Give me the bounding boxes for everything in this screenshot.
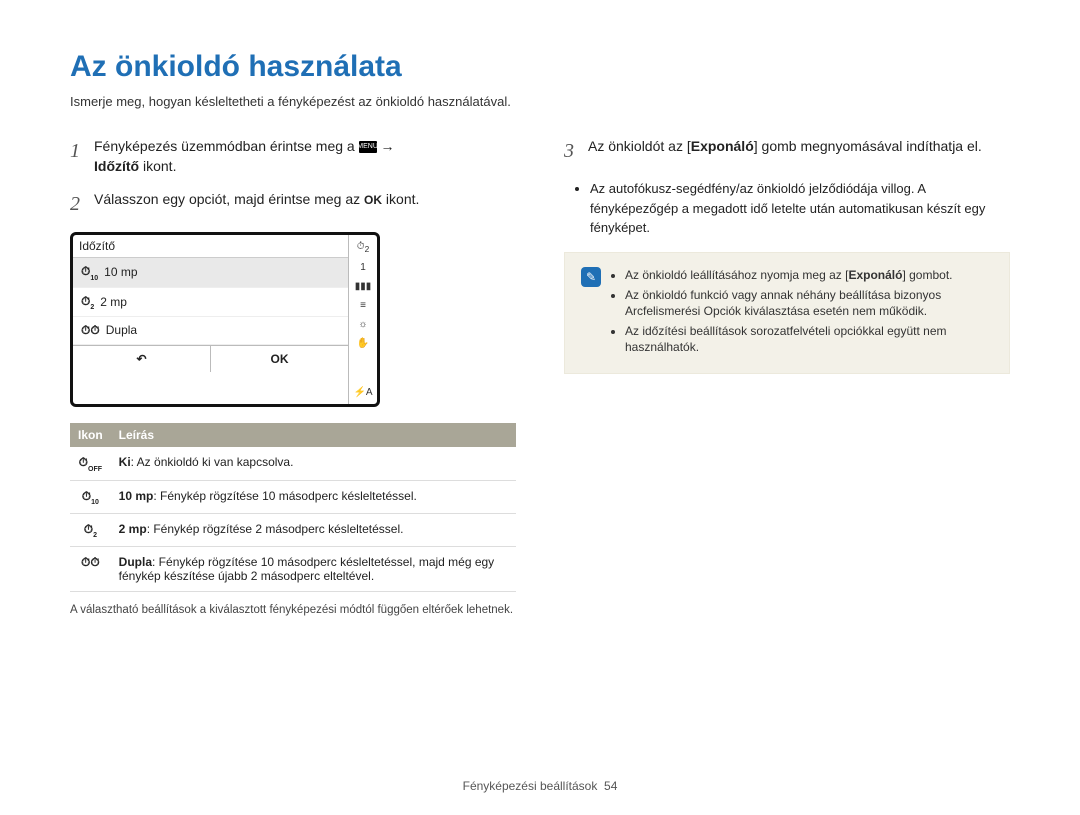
note-item: Az önkioldó leállításához nyomja meg az …	[625, 267, 993, 283]
ok-icon: OK	[364, 192, 382, 209]
step-text: Az önkioldót az [	[588, 138, 691, 154]
note-text: Az időzítési beállítások sorozatfelvétel…	[625, 324, 947, 354]
row-bold: Ki	[119, 455, 131, 469]
timer-row-dupla[interactable]: ⏱⏱ Dupla	[73, 317, 348, 345]
table-caption: A választható beállítások a kiválasztott…	[70, 602, 516, 618]
right-column: 3 Az önkioldót az [Exponáló] gomb megnyo…	[564, 137, 1010, 618]
row-text: : Az önkioldó ki van kapcsolva.	[131, 455, 294, 469]
note-box: ✎ Az önkioldó leállításához nyomja meg a…	[564, 252, 1010, 375]
timer-row-2[interactable]: ⏱2 2 mp	[73, 288, 348, 317]
page-footer: Fényképezési beállítások 54	[0, 779, 1080, 793]
left-column: 1 Fényképezés üzemmódban érintse meg a M…	[70, 137, 516, 618]
timer-10-icon: ⏱10	[81, 264, 98, 280]
footer-page-number: 54	[604, 779, 617, 793]
stab-icon: ✋	[357, 338, 369, 349]
timer-header: Időzítő	[73, 235, 348, 258]
step-text: Válasszon egy opciót, majd érintse meg a…	[94, 191, 364, 207]
bullet-item: Az autofókusz-segédfény/az önkioldó jelz…	[590, 179, 1010, 238]
row-bold: 10 mp	[119, 489, 154, 503]
step-post: ikont.	[386, 191, 419, 207]
step-number: 1	[70, 137, 84, 165]
row-text: : Fénykép rögzítése 10 másodperc késlelt…	[119, 555, 495, 583]
step-text: Fényképezés üzemmódban érintse meg a	[94, 138, 359, 154]
table-row: ⏱⏱ Dupla: Fénykép rögzítése 10 másodperc…	[70, 547, 516, 592]
note-text: Az önkioldó funkció vagy annak néhány be…	[625, 288, 941, 318]
timer-off-icon: ⏱OFF	[79, 455, 102, 471]
back-button[interactable]: ↶	[73, 346, 211, 372]
timer-double-icon: ⏱⏱	[81, 323, 100, 338]
ok-button[interactable]: OK	[211, 346, 348, 372]
timer-row-label: 10 mp	[104, 265, 137, 279]
th-icon: Ikon	[70, 423, 111, 447]
timer-row-label: Dupla	[106, 323, 137, 337]
timer-row-10[interactable]: ⏱10 10 mp	[73, 258, 348, 287]
step-post: ] gomb megnyomásával indíthatja el.	[754, 138, 982, 154]
note-text: Az önkioldó leállításához nyomja meg az …	[625, 268, 848, 282]
timer-side-panel: ⏱2 1 ▮▮▮ ≡ ☼ ✋ ⚡A	[349, 235, 377, 404]
metering-icon: ≡	[360, 300, 366, 311]
note-bold: Exponáló	[848, 268, 902, 282]
footer-section: Fényképezési beállítások	[463, 779, 598, 793]
step-number: 2	[70, 190, 84, 218]
note-item: Az időzítési beállítások sorozatfelvétel…	[625, 323, 993, 355]
step-post: ikont.	[143, 158, 176, 174]
note-text: ] gombot.	[902, 268, 952, 282]
menu-icon: MENU	[359, 141, 377, 153]
note-item: Az önkioldó funkció vagy annak néhány be…	[625, 287, 993, 319]
arrow-text: →	[380, 138, 394, 154]
row-text: : Fénykép rögzítése 2 másodperc késlelte…	[147, 522, 404, 536]
timer-10-icon: ⏱10	[82, 489, 99, 505]
battery-icon: ▮▮▮	[355, 281, 372, 292]
page-subtitle: Ismerje meg, hogyan késleltetheti a fény…	[70, 94, 1010, 109]
th-desc: Leírás	[111, 423, 516, 447]
timer-2-icon: ⏱2	[81, 294, 94, 310]
step-number: 3	[564, 137, 578, 165]
timer-row-label: 2 mp	[100, 295, 127, 309]
step-3: 3 Az önkioldót az [Exponáló] gomb megnyo…	[564, 137, 1010, 165]
side-timer-icon: ⏱2	[357, 241, 369, 254]
info-bullets: Az autofókusz-segédfény/az önkioldó jelz…	[564, 179, 1010, 238]
wb-icon: ☼	[358, 319, 367, 330]
side-number: 1	[360, 262, 366, 273]
step-bold: Időzítő	[94, 158, 139, 174]
note-icon: ✎	[581, 267, 601, 287]
icon-table: Ikon Leírás ⏱OFF Ki: Az önkioldó ki van …	[70, 423, 516, 592]
step-2: 2 Válasszon egy opciót, majd érintse meg…	[70, 190, 516, 218]
flash-auto-icon: ⚡A	[353, 387, 372, 398]
timer-screen: Időzítő ⏱10 10 mp ⏱2 2 mp ⏱⏱ Dupla ↶	[70, 232, 380, 407]
row-bold: Dupla	[119, 555, 152, 569]
row-text: : Fénykép rögzítése 10 másodperc késlelt…	[153, 489, 416, 503]
step-1: 1 Fényképezés üzemmódban érintse meg a M…	[70, 137, 516, 176]
table-row: ⏱OFF Ki: Az önkioldó ki van kapcsolva.	[70, 447, 516, 480]
timer-2-icon: ⏱2	[84, 522, 97, 538]
table-row: ⏱2 2 mp: Fénykép rögzítése 2 másodperc k…	[70, 513, 516, 546]
row-bold: 2 mp	[119, 522, 147, 536]
page-title: Az önkioldó használata	[70, 50, 1010, 84]
timer-double-icon: ⏱⏱	[81, 555, 100, 570]
step-bold: Exponáló	[691, 138, 754, 154]
table-row: ⏱10 10 mp: Fénykép rögzítése 10 másodper…	[70, 480, 516, 513]
